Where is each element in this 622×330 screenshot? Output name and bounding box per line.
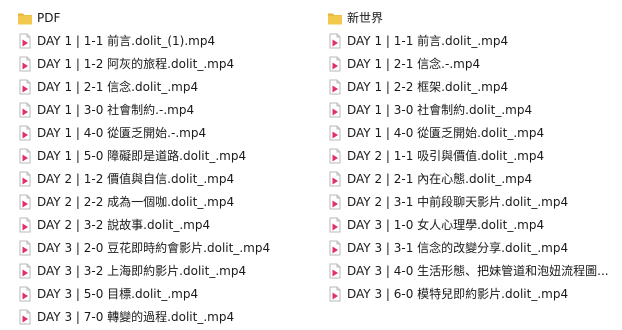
video-file-icon <box>17 102 33 118</box>
file-name: DAY 1 | 3-0 社會制約.-.mp4 <box>37 103 195 117</box>
file-name: DAY 3 | 2-0 豆花即時約會影片.dolit_.mp4 <box>37 241 271 255</box>
file-name: DAY 1 | 4-0 從匱乏開始.-.mp4 <box>37 126 207 140</box>
file-name: DAY 3 | 1-0 女人心理學.dolit_.mp4 <box>347 218 545 232</box>
folder-name: 新世界 <box>347 11 384 25</box>
file-item[interactable]: DAY 3 | 2-0 豆花即時約會影片.dolit_.mp4 <box>17 236 317 259</box>
file-item[interactable]: DAY 1 | 2-1 信念.dolit_.mp4 <box>17 75 317 98</box>
file-item[interactable]: DAY 1 | 5-0 障礙即是道路.dolit_.mp4 <box>17 144 317 167</box>
video-file-icon <box>17 286 33 302</box>
video-file-icon <box>327 194 343 210</box>
file-item[interactable]: DAY 2 | 2-2 成為一個咖.dolit_.mp4 <box>17 190 317 213</box>
file-name: DAY 1 | 1-2 阿灰的旅程.dolit_.mp4 <box>37 57 235 71</box>
video-file-icon <box>17 263 33 279</box>
folder-item[interactable]: 新世界 <box>327 6 619 29</box>
file-name: DAY 1 | 5-0 障礙即是道路.dolit_.mp4 <box>37 149 247 163</box>
file-column-right: 新世界 DAY 1 | 1-1 前言.dolit_.mp4 DAY 1 | 2-1 … <box>327 6 619 305</box>
file-name: DAY 2 | 2-2 成為一個咖.dolit_.mp4 <box>37 195 235 209</box>
file-name: DAY 1 | 1-1 前言.dolit_.mp4 <box>347 34 509 48</box>
file-item[interactable]: DAY 3 | 3-2 上海即約影片.dolit_.mp4 <box>17 259 317 282</box>
video-file-icon <box>17 240 33 256</box>
file-item[interactable]: DAY 3 | 7-0 轉變的過程.dolit_.mp4 <box>17 305 317 328</box>
video-file-icon <box>17 33 33 49</box>
file-name: DAY 3 | 4-0 生活形態、把妹管道和泡妞流程圖... <box>347 264 609 278</box>
file-name: DAY 2 | 3-1 中前段聊天影片.dolit_.mp4 <box>347 195 569 209</box>
file-item[interactable]: DAY 2 | 2-1 內在心態.dolit_.mp4 <box>327 167 619 190</box>
file-name: DAY 2 | 1-1 吸引與價值.dolit_.mp4 <box>347 149 545 163</box>
file-column-left: PDF DAY 1 | 1-1 前言.dolit_(1).mp4 DAY 1 | 1… <box>17 6 317 328</box>
file-name: DAY 1 | 2-1 信念.dolit_.mp4 <box>37 80 199 94</box>
file-name: DAY 1 | 1-1 前言.dolit_(1).mp4 <box>37 34 216 48</box>
video-file-icon <box>327 263 343 279</box>
video-file-icon <box>327 217 343 233</box>
video-file-icon <box>17 125 33 141</box>
file-name: DAY 2 | 2-1 內在心態.dolit_.mp4 <box>347 172 533 186</box>
video-file-icon <box>327 125 343 141</box>
folder-icon <box>327 10 343 26</box>
video-file-icon <box>17 56 33 72</box>
file-item[interactable]: DAY 1 | 1-1 前言.dolit_.mp4 <box>327 29 619 52</box>
file-name: DAY 3 | 6-0 模特兒即約影片.dolit_.mp4 <box>347 287 569 301</box>
file-item[interactable]: DAY 1 | 2-1 信念.-.mp4 <box>327 52 619 75</box>
file-item[interactable]: DAY 1 | 4-0 從匱乏開始.-.mp4 <box>17 121 317 144</box>
video-file-icon <box>327 33 343 49</box>
file-item[interactable]: DAY 1 | 4-0 從匱乏開始.dolit_.mp4 <box>327 121 619 144</box>
file-item[interactable]: DAY 1 | 3-0 社會制約.-.mp4 <box>17 98 317 121</box>
file-name: DAY 1 | 2-1 信念.-.mp4 <box>347 57 481 71</box>
video-file-icon <box>327 240 343 256</box>
file-item[interactable]: DAY 3 | 4-0 生活形態、把妹管道和泡妞流程圖... <box>327 259 619 282</box>
file-item[interactable]: DAY 1 | 1-1 前言.dolit_(1).mp4 <box>17 29 317 52</box>
video-file-icon <box>17 194 33 210</box>
file-name: DAY 1 | 2-2 框架.dolit_.mp4 <box>347 80 509 94</box>
video-file-icon <box>327 171 343 187</box>
file-name: DAY 3 | 5-0 目標.dolit_.mp4 <box>37 287 199 301</box>
file-name: DAY 3 | 3-2 上海即約影片.dolit_.mp4 <box>37 264 247 278</box>
folder-name: PDF <box>37 10 61 25</box>
folder-icon <box>17 10 33 26</box>
video-file-icon <box>17 148 33 164</box>
file-name: DAY 1 | 4-0 從匱乏開始.dolit_.mp4 <box>347 126 545 140</box>
video-file-icon <box>17 309 33 325</box>
file-name: DAY 3 | 3-1 信念的改變分享.dolit_.mp4 <box>347 241 569 255</box>
video-file-icon <box>17 217 33 233</box>
file-name: DAY 1 | 3-0 社會制約.dolit_.mp4 <box>347 103 533 117</box>
file-item[interactable]: DAY 3 | 6-0 模特兒即約影片.dolit_.mp4 <box>327 282 619 305</box>
folder-item[interactable]: PDF <box>17 6 317 29</box>
video-file-icon <box>327 56 343 72</box>
file-name: DAY 2 | 1-2 價值與自信.dolit_.mp4 <box>37 172 235 186</box>
file-item[interactable]: DAY 2 | 1-1 吸引與價值.dolit_.mp4 <box>327 144 619 167</box>
video-file-icon <box>327 79 343 95</box>
file-item[interactable]: DAY 2 | 3-1 中前段聊天影片.dolit_.mp4 <box>327 190 619 213</box>
video-file-icon <box>17 79 33 95</box>
file-item[interactable]: DAY 3 | 1-0 女人心理學.dolit_.mp4 <box>327 213 619 236</box>
file-item[interactable]: DAY 1 | 1-2 阿灰的旅程.dolit_.mp4 <box>17 52 317 75</box>
video-file-icon <box>327 286 343 302</box>
file-name: DAY 2 | 3-2 說故事.dolit_.mp4 <box>37 218 211 232</box>
video-file-icon <box>17 171 33 187</box>
video-file-icon <box>327 102 343 118</box>
file-item[interactable]: DAY 2 | 3-2 說故事.dolit_.mp4 <box>17 213 317 236</box>
file-item[interactable]: DAY 1 | 3-0 社會制約.dolit_.mp4 <box>327 98 619 121</box>
file-item[interactable]: DAY 3 | 3-1 信念的改變分享.dolit_.mp4 <box>327 236 619 259</box>
file-name: DAY 3 | 7-0 轉變的過程.dolit_.mp4 <box>37 310 235 324</box>
file-item[interactable]: DAY 3 | 5-0 目標.dolit_.mp4 <box>17 282 317 305</box>
file-item[interactable]: DAY 2 | 1-2 價值與自信.dolit_.mp4 <box>17 167 317 190</box>
file-item[interactable]: DAY 1 | 2-2 框架.dolit_.mp4 <box>327 75 619 98</box>
video-file-icon <box>327 148 343 164</box>
